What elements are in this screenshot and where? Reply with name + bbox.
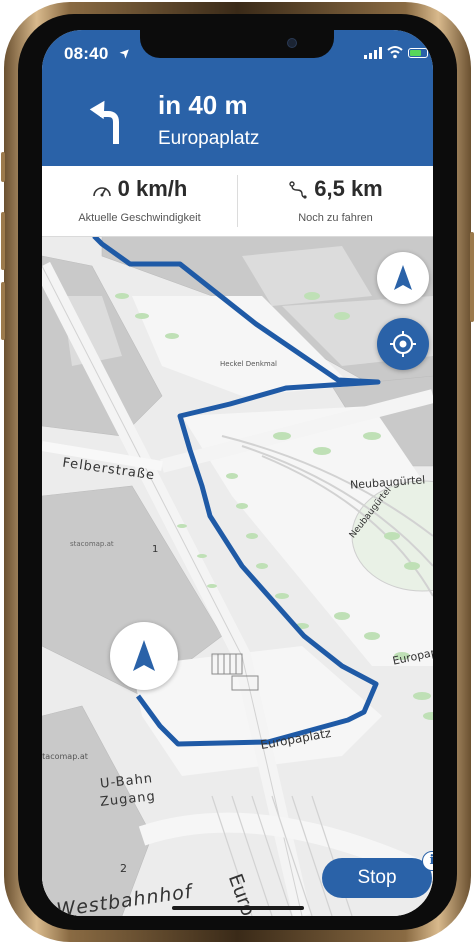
stop-navigation-button[interactable]: Stop <box>322 858 432 898</box>
recenter-location-button[interactable] <box>377 318 429 370</box>
attribution-1: stacomap.at <box>70 540 114 548</box>
compass-button[interactable] <box>377 252 429 304</box>
remaining-value: 6,5 km <box>314 176 383 201</box>
status-time: 08:40 <box>64 44 109 63</box>
attribution-2: stacomap.at <box>42 752 88 761</box>
current-position-marker <box>110 622 178 690</box>
side-button-left-1 <box>1 152 5 182</box>
speed-value-row: 0 km/h <box>42 176 237 202</box>
turn-street-name: Europaplatz <box>158 128 260 149</box>
map-canvas <box>42 234 433 916</box>
speed-panel: 0 km/h Aktuelle Geschwindigkeit <box>42 166 237 236</box>
phone-screen: 08:40 ➤ in 40 m Europaplatz 0 km/h Aktue… <box>42 30 433 916</box>
side-button-right <box>470 232 474 322</box>
crosshair-location-icon <box>390 331 416 357</box>
wifi-icon <box>387 46 403 59</box>
remaining-label: Noch zu fahren <box>298 212 373 224</box>
side-button-left-2 <box>1 212 5 270</box>
remaining-panel: 6,5 km Noch zu fahren <box>238 166 433 236</box>
home-indicator[interactable] <box>172 906 304 910</box>
map-view[interactable]: Felberstraße Neubaugürtel Neubaugürtel E… <box>42 234 433 916</box>
speedometer-icon <box>92 187 111 197</box>
side-button-left-3 <box>1 282 5 340</box>
trip-info-bar: 0 km/h Aktuelle Geschwindigkeit 6,5 km N… <box>42 166 433 237</box>
navigation-header: in 40 m Europaplatz <box>42 80 433 166</box>
navigation-arrow-icon <box>394 265 412 290</box>
battery-icon <box>408 48 428 58</box>
camera-dot <box>287 38 297 48</box>
battery-level <box>410 50 421 56</box>
route-distance-icon <box>289 181 307 199</box>
speed-value: 0 km/h <box>117 176 188 201</box>
turn-distance: in 40 m <box>158 90 248 120</box>
location-arrow-icon: ➤ <box>115 43 135 62</box>
poi-label-denkmal: Heckel Denkmal <box>220 360 277 368</box>
notch <box>140 30 334 58</box>
building-number-2: 2 <box>120 862 127 875</box>
position-arrow-icon <box>133 640 155 671</box>
building-number-1: 1 <box>152 544 159 555</box>
remaining-value-row: 6,5 km <box>238 176 433 202</box>
speed-label: Aktuelle Geschwindigkeit <box>78 212 201 224</box>
turn-left-arrow-icon <box>89 100 119 144</box>
cellular-signal-icon <box>364 47 382 59</box>
